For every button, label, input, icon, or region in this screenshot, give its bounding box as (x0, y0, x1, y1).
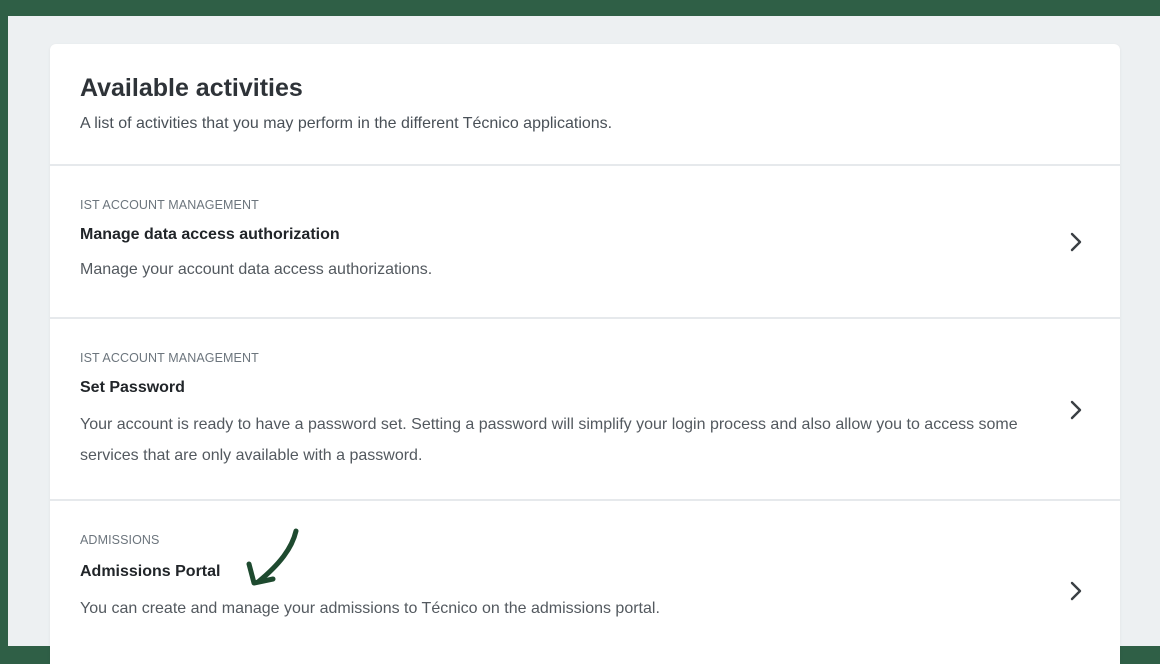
chevron-right-icon[interactable] (1065, 580, 1087, 602)
activity-manage-data-access[interactable]: IST ACCOUNT MANAGEMENT Manage data acces… (50, 166, 1120, 319)
activities-card: Available activities A list of activitie… (50, 44, 1120, 664)
activity-title: Manage data access authorization (80, 226, 340, 243)
activity-category: ADMISSIONS (80, 533, 160, 547)
chevron-right-icon[interactable] (1065, 399, 1087, 421)
page-title: Available activities (80, 74, 303, 102)
activity-title: Set Password (80, 379, 185, 396)
activity-category: IST ACCOUNT MANAGEMENT (80, 198, 259, 212)
card-header: Available activities A list of activitie… (50, 44, 1120, 166)
page-subtitle: A list of activities that you may perfor… (80, 115, 613, 132)
chevron-right-icon[interactable] (1065, 231, 1087, 253)
activity-title: Admissions Portal (80, 563, 221, 580)
activity-set-password[interactable]: IST ACCOUNT MANAGEMENT Set Password Your… (50, 319, 1120, 501)
curved-arrow-icon (246, 528, 299, 586)
page-background: Available activities A list of activitie… (8, 16, 1160, 664)
activity-description: You can create and manage your admission… (80, 600, 660, 617)
activity-description: Manage your account data access authoriz… (80, 261, 433, 278)
activity-description: Your account is ready to have a password… (80, 416, 1018, 464)
activity-category: IST ACCOUNT MANAGEMENT (80, 351, 259, 365)
activity-admissions-portal[interactable]: ADMISSIONS Admissions Portal You can cre… (50, 501, 1120, 664)
